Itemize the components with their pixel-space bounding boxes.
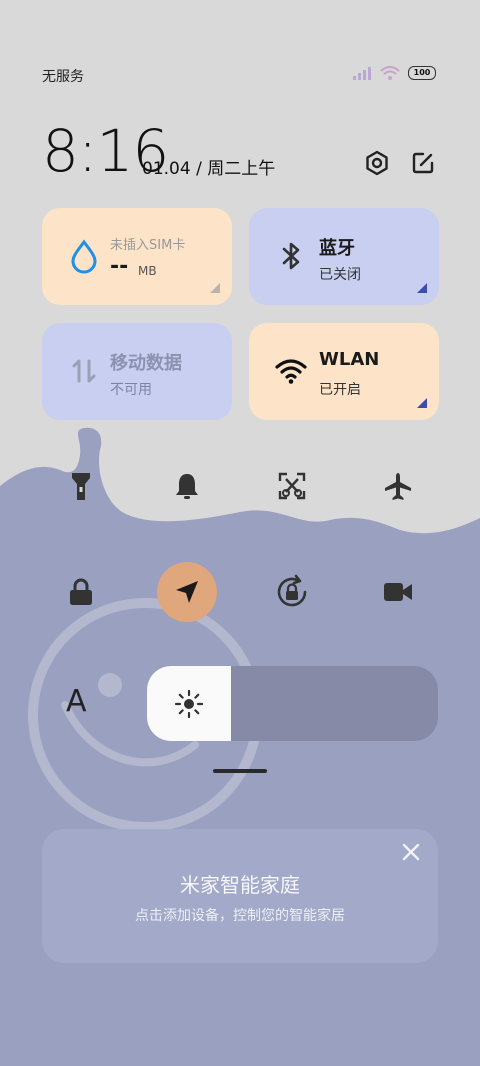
expand-corner: [417, 398, 427, 408]
gear-icon: [366, 150, 388, 176]
wlan-status: 已开启: [319, 382, 361, 398]
airplane-icon: [385, 473, 411, 500]
bluetooth-tile[interactable]: 蓝牙 已关闭: [249, 208, 439, 305]
wlan-title: WLAN: [319, 349, 380, 370]
brightness-level: [147, 666, 232, 741]
carrier-status: 无服务: [42, 69, 84, 85]
brightness-slider[interactable]: [147, 666, 438, 741]
bluetooth-status: 已关闭: [319, 267, 361, 283]
rotation-lock-toggle[interactable]: [262, 562, 322, 622]
lock-screen-toggle[interactable]: [51, 562, 111, 622]
settings-button[interactable]: [362, 148, 392, 178]
screenshot-toggle[interactable]: [262, 456, 322, 516]
lock-icon: [70, 578, 92, 605]
edit-icon: [412, 152, 434, 174]
sun-icon: [175, 689, 204, 718]
airplane-mode-toggle[interactable]: [368, 456, 428, 516]
signal-icon: [353, 67, 371, 80]
mobile-data-title: 移动数据: [110, 353, 182, 374]
wifi-icon: [275, 359, 307, 384]
mobile-data-tile[interactable]: 移动数据 不可用: [42, 323, 232, 420]
edit-button[interactable]: [408, 148, 438, 178]
rotation-lock-icon: [277, 574, 307, 607]
location-toggle[interactable]: [157, 562, 217, 622]
battery-icon: 100: [408, 66, 436, 80]
video-icon: [384, 583, 412, 601]
notification-toggle[interactable]: [157, 456, 217, 516]
wlan-tile[interactable]: WLAN 已开启: [249, 323, 439, 420]
screen-record-toggle[interactable]: [368, 562, 428, 622]
mijia-card-subtitle: 点击添加设备，控制您的智能家居: [135, 908, 345, 924]
screenshot-icon: [278, 472, 306, 500]
drag-handle[interactable]: [213, 769, 267, 773]
bluetooth-title: 蓝牙: [319, 238, 355, 259]
data-usage-unit: MB: [138, 264, 157, 278]
mobile-data-icon: [72, 359, 96, 383]
expand-corner: [210, 283, 220, 293]
flashlight-icon: [72, 473, 90, 500]
wifi-status-icon: [380, 66, 400, 80]
bluetooth-icon: [282, 242, 300, 270]
location-icon: [176, 581, 198, 603]
data-usage-value: --: [110, 254, 129, 279]
mobile-data-status: 不可用: [110, 382, 152, 398]
mijia-card-title: 米家智能家庭: [180, 873, 300, 897]
data-usage-tile[interactable]: 未插入SIM卡 -- MB: [42, 208, 232, 305]
close-icon[interactable]: [400, 841, 422, 863]
date: 01.04 / 周二上午: [142, 159, 276, 179]
bell-icon: [176, 474, 198, 499]
auto-brightness-toggle[interactable]: A: [66, 684, 87, 719]
expand-corner: [417, 283, 427, 293]
mijia-smart-home-card[interactable]: 米家智能家庭 点击添加设备，控制您的智能家居: [42, 829, 438, 963]
data-usage-subtitle: 未插入SIM卡: [110, 238, 186, 253]
flashlight-toggle[interactable]: [51, 456, 111, 516]
water-drop-icon: [71, 239, 97, 274]
status-icons: 100: [352, 66, 436, 80]
